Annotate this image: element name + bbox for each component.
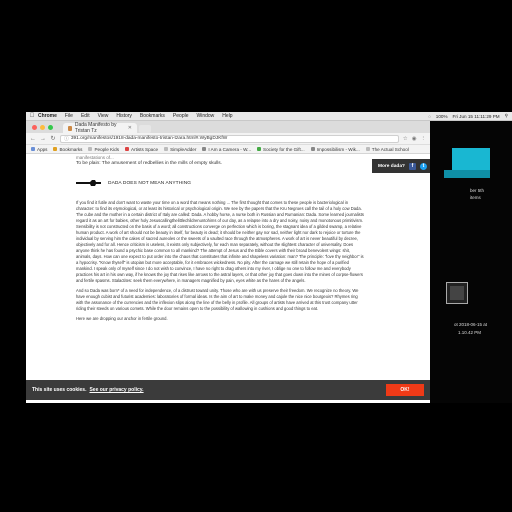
paragraph: And so Dada was born* of a need for inde… — [76, 288, 359, 311]
twitter-icon[interactable]: t — [419, 162, 427, 170]
bookmark-label: Impossibilism - Wik... — [316, 146, 360, 152]
search-icon[interactable]: ⚲ — [505, 113, 508, 119]
bookmark-label: I Am a Camera - W... — [208, 146, 252, 152]
cookie-ok-button[interactable]: OK! — [386, 384, 424, 396]
battery-level[interactable]: 100% — [436, 114, 448, 119]
paragraph: If you find it futile and don't want to … — [76, 200, 364, 283]
status-area: ◌ 100% Fri Jun 15 11:11:29 PM ⚲ — [428, 113, 512, 119]
bookmark-label: SimpleAdder — [170, 146, 197, 152]
desktop-label-date: ber 5th — [470, 188, 485, 193]
bookmarks-bar: Apps Bookmarks People Kids Artists Space… — [26, 145, 430, 154]
bookmark-actual-school[interactable]: The Actual School — [365, 146, 409, 152]
apps-grid-icon — [31, 147, 35, 151]
tab-title: Dada Manifesto by Tristan Tz — [74, 122, 117, 134]
close-window-button[interactable] — [32, 125, 37, 130]
reload-icon[interactable]: ↻ — [50, 135, 56, 142]
site-icon — [257, 147, 262, 151]
extension-icon[interactable]: ◉ — [412, 136, 417, 142]
bookmark-artists-space[interactable]: Artists Space — [125, 147, 158, 152]
bookmark-apps[interactable]: Apps — [31, 147, 47, 152]
menu-bookmarks[interactable]: Bookmarks — [140, 113, 165, 119]
bookmark-icon — [53, 147, 58, 151]
menu-window[interactable]: Window — [197, 113, 215, 119]
bookmark-bookmarks[interactable]: Bookmarks — [53, 147, 82, 152]
page-content: manifestations of... To be plain: The am… — [26, 155, 430, 403]
bookmark-label: The Actual School — [371, 146, 409, 152]
wiki-icon — [310, 147, 315, 151]
bookmark-star-icon[interactable]: ☆ — [403, 136, 408, 142]
facebook-icon[interactable]: f — [408, 162, 416, 170]
browser-toolbar: ← → ↻ ⓘ 391.org/manifestos/1918-dada-man… — [26, 133, 430, 145]
site-icon — [125, 147, 129, 151]
url-text[interactable]: 391.org/manifestos/1918-dada-manifesto-t… — [71, 136, 227, 141]
zoom-window-button[interactable] — [48, 125, 53, 130]
paragraph: Here we are dropping our anchor in ferti… — [76, 316, 168, 321]
cookie-text: This site uses cookies. — [32, 387, 87, 393]
wifi-icon[interactable]: ◌ — [428, 114, 431, 119]
menu-kebab-icon[interactable]: ⋮ — [421, 136, 427, 142]
clock[interactable]: Fri Jun 15 11:11:29 PM — [453, 114, 500, 119]
more-dada-label: More dada? — [378, 163, 405, 169]
desktop-folder-icon[interactable] — [452, 148, 490, 170]
minimize-window-button[interactable] — [40, 125, 45, 130]
bookmark-label: People Kids — [94, 146, 119, 152]
section-heading: DADA DOES NOT MEAN ANYTHING — [76, 179, 191, 187]
address-bar[interactable]: ⓘ 391.org/manifestos/1918-dada-manifesto… — [60, 134, 399, 143]
menu-edit[interactable]: Edit — [81, 113, 90, 119]
apple-icon[interactable]:  — [26, 113, 38, 119]
folder-icon — [88, 147, 93, 151]
desktop-screenshot-time[interactable]: 1.10.42 PM — [458, 330, 481, 335]
desktop-label-items: items — [470, 195, 481, 200]
cookie-banner: This site uses cookies. See our privacy … — [26, 380, 430, 400]
desktop-folder-base — [444, 170, 490, 178]
site-icon — [365, 147, 370, 151]
bookmark-impossibilism[interactable]: Impossibilism - Wik... — [310, 146, 360, 152]
pointing-hand-icon — [76, 180, 101, 186]
wiki-icon — [202, 147, 207, 151]
menu-app[interactable]: Chrome — [38, 113, 57, 119]
bookmark-simpleadder[interactable]: SimpleAdder — [164, 147, 196, 152]
tab-dada-manifesto[interactable]: Dada Manifesto by Tristan Tz ✕ — [63, 122, 137, 134]
forward-icon[interactable]: → — [40, 136, 46, 142]
manifesto-body: If you find it futile and don't want to … — [76, 200, 366, 326]
plain-statement: To be plain: The amusement of redbellies… — [76, 161, 223, 166]
menu-history[interactable]: History — [116, 113, 132, 119]
macos-menubar:  Chrome File Edit View History Bookmark… — [26, 112, 512, 121]
bookmark-society-gift[interactable]: Society for the Gift... — [257, 147, 305, 152]
new-tab-button[interactable] — [139, 125, 151, 133]
bookmark-label: Artists Space — [131, 146, 159, 152]
browser-window: Dada Manifesto by Tristan Tz ✕ ← → ↻ ⓘ 3… — [26, 121, 430, 403]
menu-help[interactable]: Help — [222, 113, 232, 119]
share-panel: More dada? f t — [372, 159, 430, 173]
menu-view[interactable]: View — [98, 113, 109, 119]
close-tab-icon[interactable]: ✕ — [128, 125, 132, 131]
favicon-icon — [68, 125, 72, 131]
bookmark-label: Apps — [37, 146, 48, 152]
window-controls — [26, 125, 59, 133]
menu-file[interactable]: File — [65, 113, 73, 119]
bookmark-label: Bookmarks — [59, 146, 83, 152]
menu-people[interactable]: People — [173, 113, 189, 119]
info-icon[interactable]: ⓘ — [64, 135, 69, 142]
site-icon — [164, 147, 169, 151]
privacy-policy-link[interactable]: See our privacy policy. — [89, 387, 143, 393]
heading-text: DADA DOES NOT MEAN ANYTHING — [108, 180, 192, 186]
tab-bar: Dada Manifesto by Tristan Tz ✕ — [26, 121, 430, 134]
bookmark-label: Society for the Gift... — [263, 146, 305, 152]
back-icon[interactable]: ← — [30, 136, 36, 142]
desktop-screenshot-name[interactable]: ot 2018-06-15 at — [454, 322, 487, 327]
bookmark-people-kids[interactable]: People Kids — [88, 147, 119, 152]
bookmark-i-am-a-camera[interactable]: I Am a Camera - W... — [202, 147, 251, 152]
desktop-screenshot-thumbnail[interactable] — [446, 282, 468, 304]
cut-off-line: manifestations of... — [76, 155, 114, 160]
